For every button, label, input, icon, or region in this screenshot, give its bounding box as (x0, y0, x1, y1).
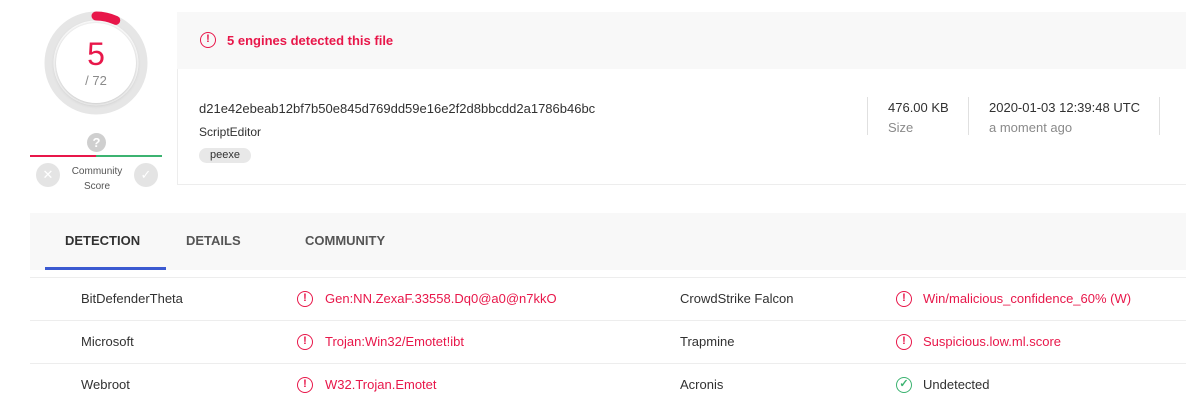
detection-result: Suspicious.low.ml.score (923, 334, 1061, 349)
file-size-label: Size (888, 120, 914, 135)
engine-name: Trapmine (680, 334, 735, 349)
analysis-date-value: 2020-01-03 12:39:48 UTC (989, 100, 1141, 115)
engine-name: BitDefenderTheta (81, 291, 183, 306)
question-icon[interactable]: ? (87, 133, 106, 152)
alert-circle-icon: ! (297, 377, 313, 393)
check-circle-icon: ✓ (896, 377, 912, 393)
alert-circle-icon: ! (200, 32, 216, 48)
tab-detection[interactable]: DETECTION (65, 233, 140, 248)
tab-community[interactable]: COMMUNITY (305, 233, 385, 248)
divider (968, 97, 969, 135)
check-icon[interactable]: ✓ (134, 163, 158, 187)
detection-count: 5 (87, 36, 105, 72)
community-score-positive-bar (96, 155, 162, 157)
file-tag[interactable]: peexe (199, 148, 251, 163)
detection-result: Trojan:Win32/Emotet!ibt (325, 334, 464, 349)
engine-name: Microsoft (81, 334, 134, 349)
tab-details[interactable]: DETAILS (186, 233, 241, 248)
table-row (30, 363, 1186, 406)
alert-circle-icon: ! (297, 291, 313, 307)
detection-result: Win/malicious_confidence_60% (W) (923, 291, 1132, 306)
file-hash[interactable]: d21e42ebeab12bf7b50e845d769dd59e16e2f2d8… (199, 101, 595, 116)
divider (867, 97, 868, 135)
alert-circle-icon: ! (896, 291, 912, 307)
detection-result: Gen:NN.ZexaF.33558.Dq0@a0@n7kkO (325, 291, 557, 306)
engine-name: CrowdStrike Falcon (680, 291, 794, 306)
community-score-label: Community Score (62, 164, 132, 194)
alert-circle-icon: ! (297, 334, 313, 350)
divider (1159, 97, 1160, 135)
community-score-label-line1: Community (71, 166, 123, 177)
file-size-value: 476.00 KB (888, 100, 949, 115)
community-score-label-line2: Score (83, 181, 111, 192)
close-icon[interactable]: ✕ (36, 163, 60, 187)
active-tab-indicator (45, 267, 166, 270)
detection-result: Undetected (923, 377, 990, 392)
alert-circle-icon: ! (896, 334, 912, 350)
detection-result: W32.Trojan.Emotet (325, 377, 437, 392)
analysis-date-relative: a moment ago (989, 120, 1073, 135)
detection-alert-text: 5 engines detected this file (227, 33, 394, 48)
community-score-negative-bar (30, 155, 96, 157)
engine-total: / 72 (85, 73, 107, 88)
engine-name: Webroot (81, 377, 130, 392)
file-name: ScriptEditor (199, 125, 262, 139)
engine-name: Acronis (680, 377, 724, 392)
